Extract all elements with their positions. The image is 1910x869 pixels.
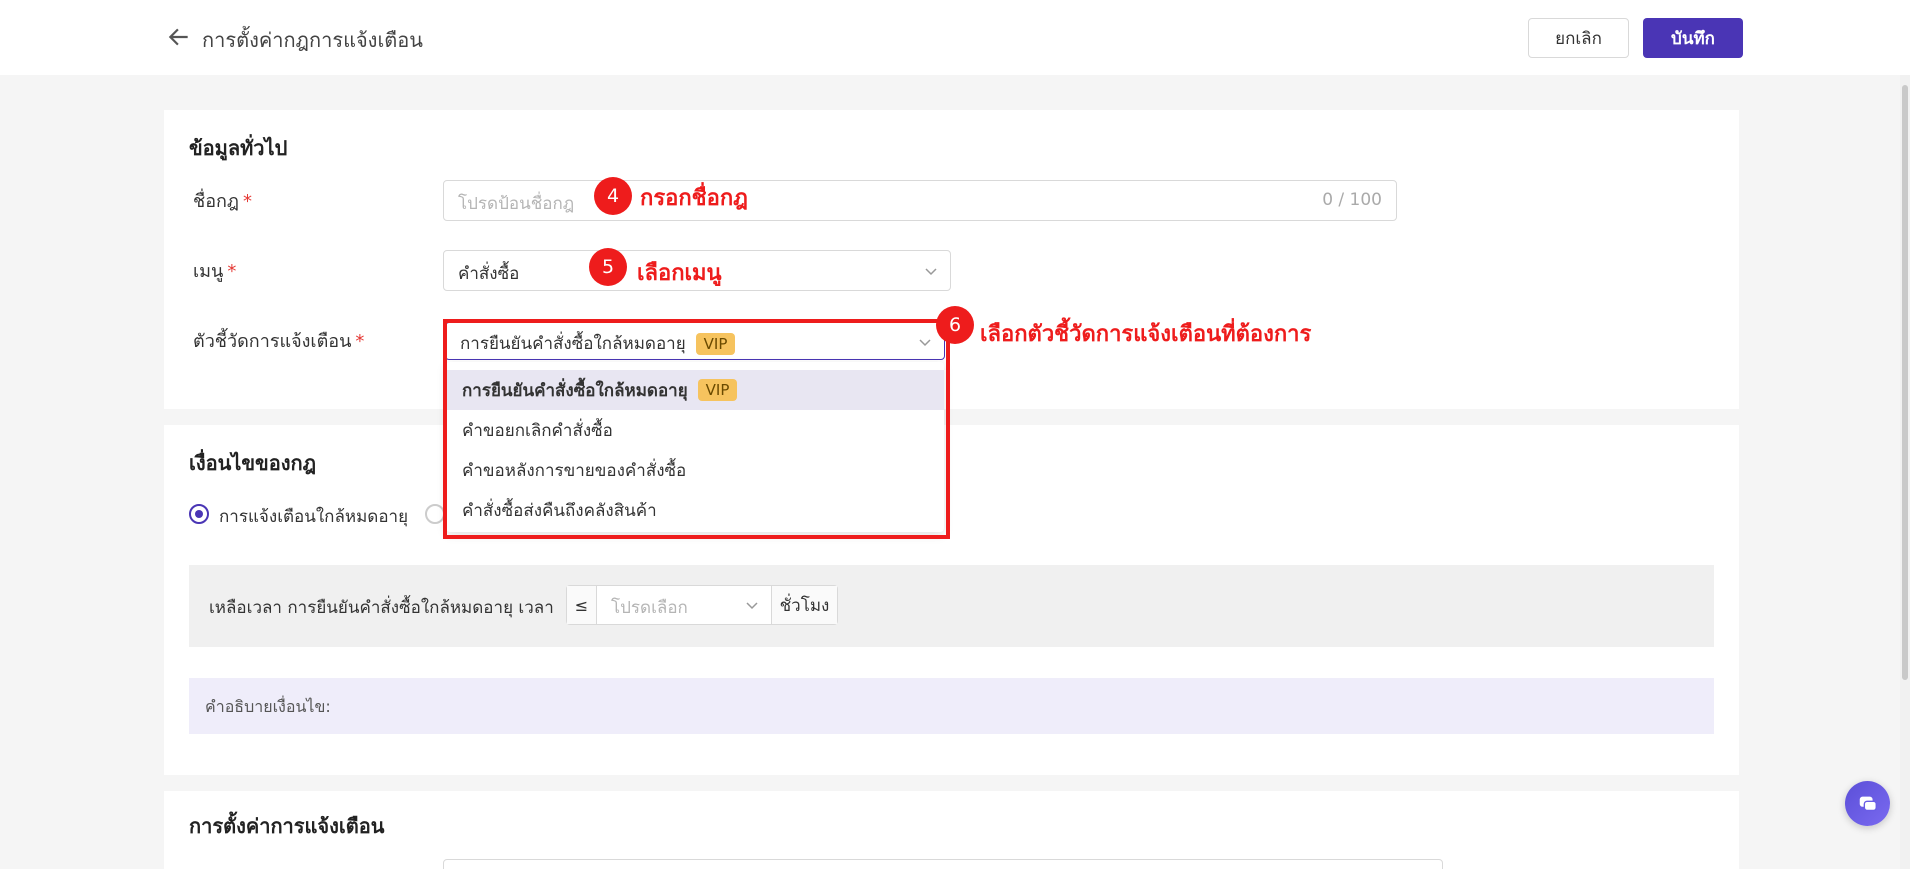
chevron-down-icon <box>925 268 937 276</box>
cancel-button[interactable]: ยกเลิก <box>1528 18 1629 58</box>
operator-select[interactable]: ≤ <box>567 586 597 624</box>
chevron-down-icon <box>746 602 758 610</box>
annotation-badge-6: 6 <box>936 306 974 344</box>
indicator-dropdown: การยืนยันคำสั่งซื้อใกล้หมดอายุ VIP คำขอยก… <box>446 362 944 532</box>
annotation-text-4: กรอกชื่อกฎ <box>640 185 748 211</box>
general-info-card: ข้อมูลทั่วไป ชื่อกฎ * โปรดป้อนชื่อกฎ 0 / … <box>164 110 1739 409</box>
notify-section-title: การตั้งค่าการแจ้งเตือน <box>189 814 385 838</box>
conditions-section-title: เงื่อนไขของกฎ <box>189 451 317 475</box>
chat-button[interactable] <box>1845 781 1890 826</box>
chat-icon <box>1859 796 1877 811</box>
rule-name-label: ชื่อกฎ * <box>193 191 253 212</box>
annotation-text-5: เลือกเมนู <box>637 260 722 286</box>
conditions-card: เงื่อนไขของกฎ การแจ้งเตือนใกล้หมดอายุ เห… <box>164 425 1739 775</box>
dropdown-option[interactable]: คำขอหลังการขายของคำสั่งซื้อ <box>446 450 944 490</box>
condition-box: เหลือเวลา การยืนยันคำสั่งซื้อใกล้หมดอายุ… <box>189 565 1714 647</box>
vip-badge: VIP <box>697 379 738 401</box>
rule-name-placeholder: โปรดป้อนชื่อกฎ <box>458 194 575 214</box>
top-bar: การตั้งค่ากฎการแจ้งเตือน ยกเลิก บันทึก <box>0 0 1910 75</box>
scroll-thumb[interactable] <box>1902 85 1908 680</box>
notify-input[interactable] <box>443 859 1443 869</box>
general-section-title: ข้อมูลทั่วไป <box>189 136 288 160</box>
indicator-value: การยืนยันคำสั่งซื้อใกล้หมดอายุ VIP <box>460 330 736 357</box>
indicator-select[interactable]: การยืนยันคำสั่งซื้อใกล้หมดอายุ VIP <box>445 322 945 360</box>
indicator-label: ตัวชี้วัดการแจ้งเตือน * <box>193 331 365 352</box>
radio-other-option[interactable] <box>425 504 445 524</box>
condition-description-box: คำอธิบายเงื่อนไข: <box>189 678 1714 734</box>
arrow-left-icon[interactable] <box>166 24 192 50</box>
annotation-badge-4: 4 <box>594 177 632 215</box>
page-scrollbar[interactable] <box>1900 75 1910 869</box>
page-title: การตั้งค่ากฎการแจ้งเตือน <box>202 28 423 52</box>
save-button[interactable]: บันทึก <box>1643 18 1743 58</box>
vip-badge: VIP <box>695 333 736 355</box>
menu-label: เมนู * <box>193 261 237 282</box>
time-placeholder: โปรดเลือก <box>611 598 688 618</box>
radio-expiry-alert-label: การแจ้งเตือนใกล้หมดอายุ <box>219 507 409 527</box>
time-condition-group: ≤ โปรดเลือก ชั่วโมง <box>566 585 838 625</box>
rule-name-input[interactable]: โปรดป้อนชื่อกฎ 0 / 100 <box>443 180 1397 221</box>
annotation-badge-5: 5 <box>589 248 627 286</box>
time-select[interactable]: โปรดเลือก <box>597 586 771 624</box>
notification-settings-card: การตั้งค่าการแจ้งเตือน <box>164 791 1739 869</box>
dropdown-option[interactable]: คำขอยกเลิกคำสั่งซื้อ <box>446 410 944 450</box>
menu-value: คำสั่งซื้อ <box>458 264 520 284</box>
annotation-text-6: เลือกตัวชี้วัดการแจ้งเตือนที่ต้องการ <box>980 321 1312 347</box>
unit-label: ชั่วโมง <box>771 586 837 624</box>
rule-name-count: 0 / 100 <box>1322 190 1382 210</box>
description-label: คำอธิบายเงื่อนไข: <box>205 697 331 716</box>
dropdown-option[interactable]: การยืนยันคำสั่งซื้อใกล้หมดอายุ VIP <box>446 370 944 410</box>
condition-text: เหลือเวลา การยืนยันคำสั่งซื้อใกล้หมดอายุ… <box>209 598 554 618</box>
chevron-down-icon <box>919 339 931 347</box>
dropdown-option[interactable]: คำสั่งซื้อส่งคืนถึงคลังสินค้า <box>446 490 944 530</box>
radio-expiry-alert[interactable] <box>189 504 209 524</box>
